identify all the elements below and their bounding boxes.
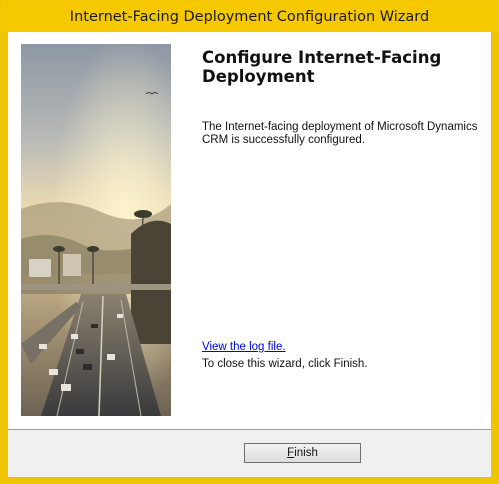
status-description: The Internet-facing deployment of Micros…	[202, 121, 478, 146]
view-log-link[interactable]: View the log file.	[202, 341, 286, 353]
page-heading: Configure Internet-Facing Deployment	[202, 48, 442, 86]
button-bar: Finish	[8, 429, 491, 477]
finish-label: inish	[294, 447, 318, 459]
title-bar[interactable]: Internet-Facing Deployment Configuration…	[1, 1, 498, 32]
finish-button[interactable]: Finish	[244, 443, 361, 463]
window-title: Internet-Facing Deployment Configuration…	[69, 8, 430, 25]
close-instruction: To close this wizard, click Finish.	[202, 358, 368, 370]
wizard-window: Internet-Facing Deployment Configuration…	[0, 0, 499, 484]
wizard-content: Configure Internet-Facing Deployment The…	[8, 32, 491, 477]
side-banner-image	[21, 44, 171, 416]
